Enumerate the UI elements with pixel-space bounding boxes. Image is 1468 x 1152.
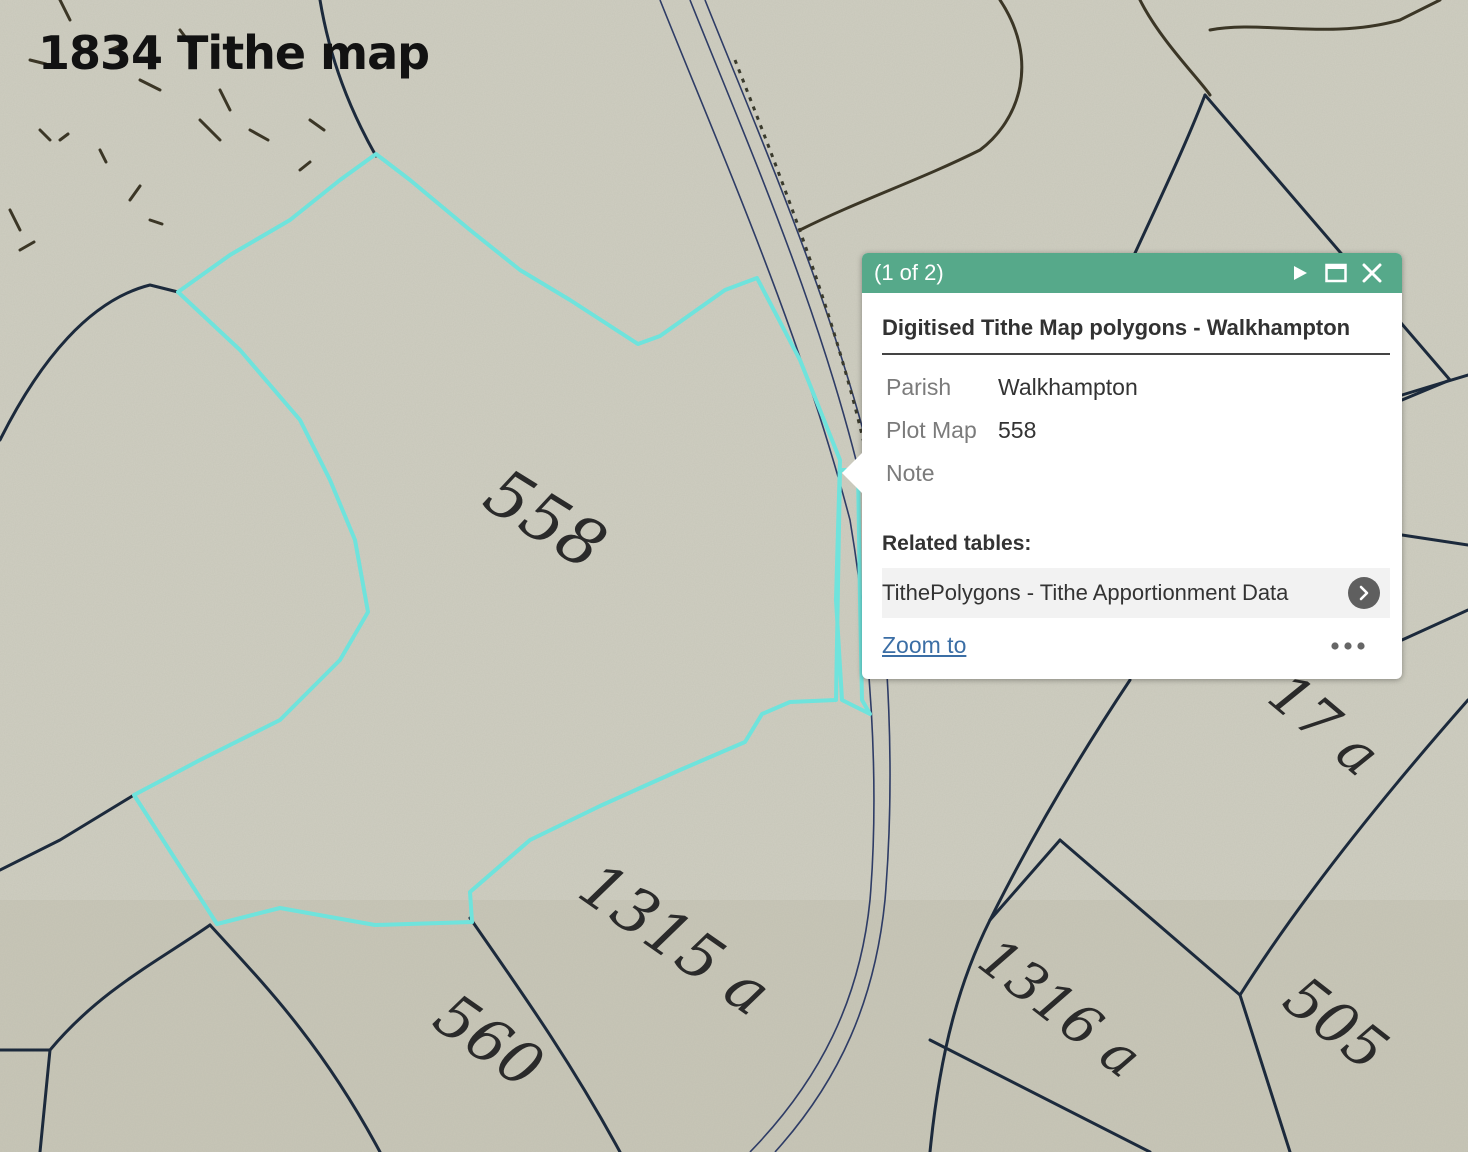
related-table-open-button[interactable] bbox=[1348, 577, 1380, 609]
attribute-value bbox=[994, 453, 1142, 496]
related-table-item[interactable]: TithePolygons - Tithe Apportionment Data bbox=[882, 568, 1390, 618]
map-title: 1834 Tithe map bbox=[38, 26, 430, 80]
attribute-value: Walkhampton bbox=[998, 374, 1138, 400]
related-table-label: TithePolygons - Tithe Apportionment Data bbox=[882, 580, 1289, 605]
attribute-row: Note bbox=[882, 453, 1142, 496]
dock-button[interactable] bbox=[1318, 253, 1354, 293]
related-tables-title: Related tables: bbox=[882, 532, 1032, 555]
more-dots-icon bbox=[1331, 641, 1365, 650]
popup-pointer bbox=[842, 453, 862, 493]
zoom-to-link[interactable]: Zoom to bbox=[882, 632, 1320, 659]
attribute-name: Note bbox=[886, 460, 935, 486]
popup-feature-count: (1 of 2) bbox=[874, 260, 944, 285]
close-button[interactable] bbox=[1354, 253, 1390, 293]
popup-layer-title: Digitised Tithe Map polygons - Walkhampt… bbox=[882, 315, 1390, 355]
attribute-name: Parish bbox=[886, 374, 952, 400]
close-icon bbox=[1362, 263, 1382, 283]
next-feature-button[interactable] bbox=[1282, 253, 1318, 293]
attribute-row: Parish Walkhampton bbox=[882, 367, 1142, 410]
popup-actions: Zoom to bbox=[882, 632, 1390, 659]
attribute-table: Parish Walkhampton Plot Map 558 Note bbox=[882, 367, 1142, 496]
attribute-name: Plot Map bbox=[886, 417, 977, 443]
play-icon bbox=[1294, 266, 1307, 280]
more-actions-button[interactable] bbox=[1320, 634, 1376, 658]
attribute-value: 558 bbox=[998, 417, 1037, 443]
maximize-icon bbox=[1325, 263, 1347, 283]
feature-popup: (1 of 2) Digitised Tithe Map polygons - … bbox=[842, 253, 1402, 679]
popup-header: (1 of 2) bbox=[862, 253, 1402, 293]
attribute-row: Plot Map 558 bbox=[882, 410, 1142, 453]
chevron-right-icon bbox=[1359, 585, 1369, 601]
popup-body: Digitised Tithe Map polygons - Walkhampt… bbox=[862, 315, 1402, 659]
